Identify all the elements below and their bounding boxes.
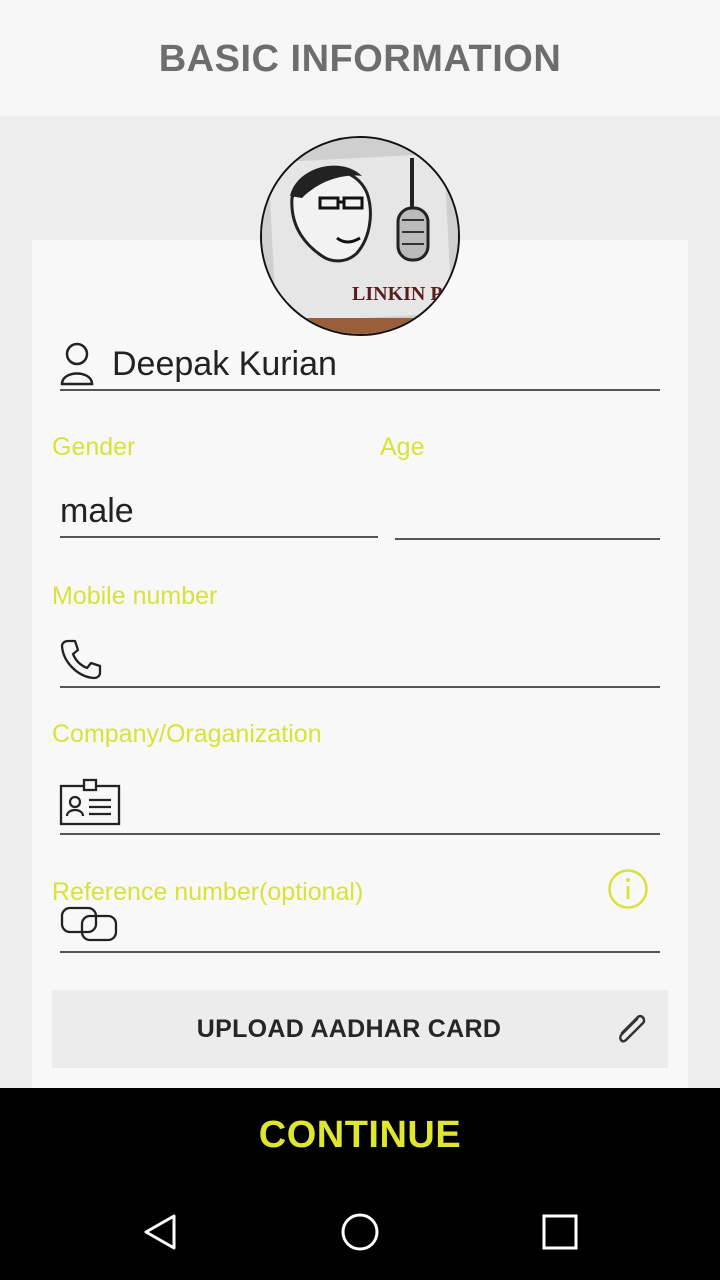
app-header: BASIC INFORMATION — [0, 0, 720, 116]
link-icon — [60, 906, 120, 947]
company-label: Company/Oraganization — [52, 720, 322, 748]
info-icon[interactable] — [607, 868, 649, 915]
name-field[interactable]: Deepak Kurian — [112, 345, 337, 384]
mobile-underline — [60, 686, 660, 688]
phone-icon — [60, 638, 102, 685]
mobile-label: Mobile number — [52, 582, 218, 610]
continue-label: CONTINUE — [258, 1113, 462, 1156]
id-card-icon — [59, 778, 121, 831]
gender-underline — [60, 536, 378, 538]
profile-avatar[interactable]: LINKIN PARK — [260, 136, 460, 336]
age-label: Age — [380, 433, 425, 461]
back-icon[interactable] — [140, 1212, 180, 1257]
gender-field[interactable]: male — [60, 492, 134, 531]
reference-label: Reference number(optional) — [52, 878, 364, 906]
reference-underline — [60, 951, 660, 953]
paperclip-icon — [612, 1010, 650, 1053]
age-underline — [395, 538, 660, 540]
gender-label: Gender — [52, 433, 136, 461]
age-field[interactable] — [396, 492, 658, 532]
recents-icon[interactable] — [542, 1214, 578, 1255]
system-nav-bar — [0, 1184, 720, 1280]
name-underline — [60, 389, 660, 391]
company-underline — [60, 833, 660, 835]
reference-field[interactable] — [130, 906, 590, 946]
user-icon — [60, 342, 94, 391]
mobile-field[interactable] — [112, 640, 652, 680]
page-title: BASIC INFORMATION — [158, 37, 562, 80]
upload-aadhar-label: UPLOAD AADHAR CARD — [196, 1014, 502, 1043]
continue-button[interactable]: CONTINUE — [0, 1088, 720, 1184]
company-field[interactable] — [130, 784, 650, 824]
profile-photo-illustration: LINKIN PARK — [262, 138, 458, 334]
home-icon[interactable] — [340, 1212, 380, 1257]
upload-aadhar-button[interactable]: UPLOAD AADHAR CARD — [52, 990, 668, 1068]
